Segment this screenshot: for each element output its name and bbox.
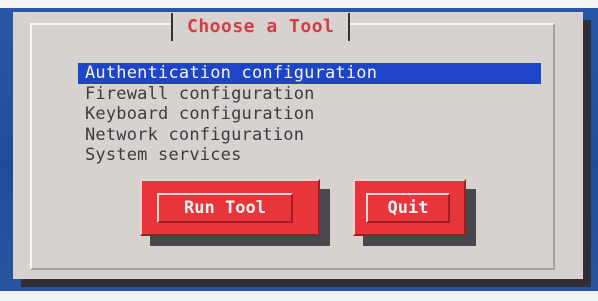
quit-button-label: Quit [366,193,450,223]
tool-item-firewall[interactable]: Firewall configuration [78,84,541,105]
tool-list: Authentication configuration Firewall co… [78,63,541,166]
tool-item-network[interactable]: Network configuration [78,125,541,146]
quit-button[interactable]: Quit [353,179,466,236]
run-tool-button[interactable]: Run Tool [140,179,320,236]
screen: Choose a Tool Authentication configurati… [0,0,598,301]
dialog-title: Choose a Tool [171,13,351,41]
run-tool-button-label: Run Tool [157,193,293,223]
screen-bottom-border [0,291,598,301]
tool-item-authentication[interactable]: Authentication configuration [78,63,541,84]
tool-item-system-services[interactable]: System services [78,145,541,166]
tool-item-keyboard[interactable]: Keyboard configuration [78,104,541,125]
choose-tool-dialog: Choose a Tool Authentication configurati… [13,12,583,279]
screen-top-border [0,0,598,8]
